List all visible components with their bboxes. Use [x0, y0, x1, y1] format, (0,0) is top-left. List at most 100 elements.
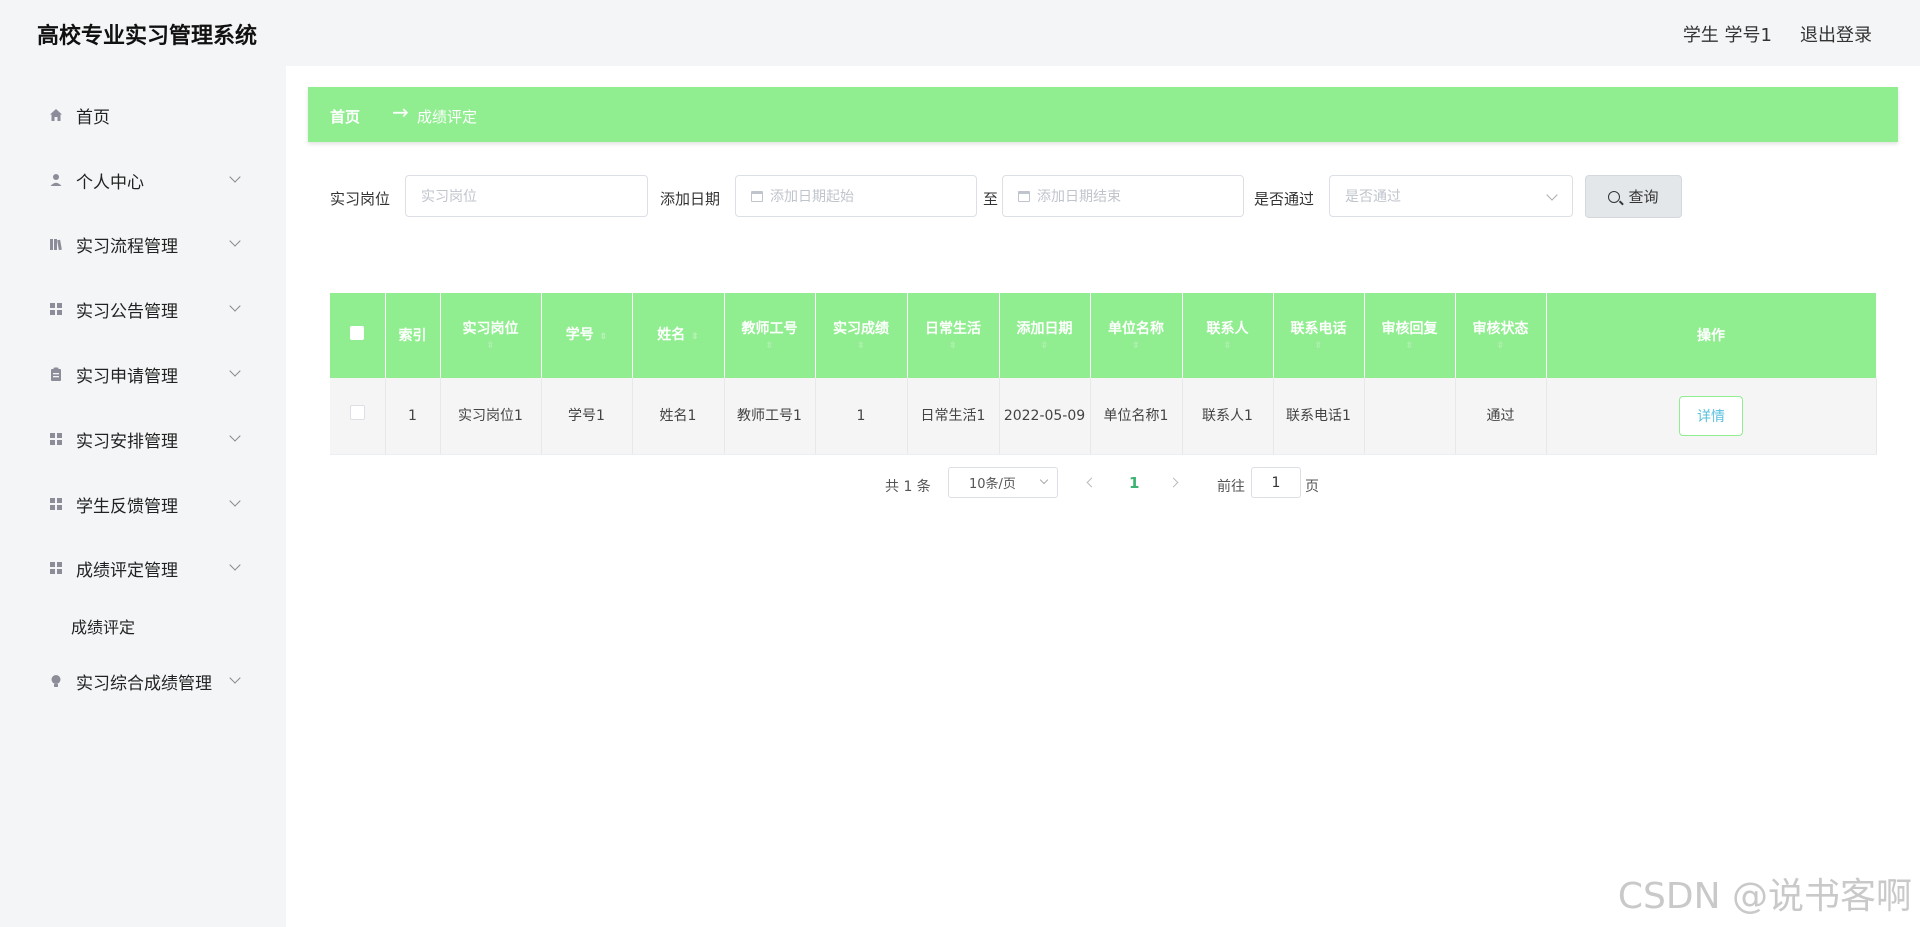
sort-icon[interactable]: ⇳ — [691, 332, 699, 342]
grid-icon — [49, 302, 63, 316]
column-header[interactable]: 单位名称 ⇳ — [1090, 293, 1183, 378]
select-all-checkbox[interactable] — [350, 325, 365, 340]
column-header: 操作 — [1546, 293, 1877, 378]
cell-post: 实习岗位1 — [440, 378, 542, 455]
sort-icon[interactable]: ⇳ — [727, 339, 813, 353]
sort-icon[interactable]: ⇳ — [1093, 339, 1180, 353]
column-header[interactable]: 联系人 ⇳ — [1182, 293, 1274, 378]
cell-status: 通过 — [1455, 378, 1547, 455]
page-number-current[interactable]: 1 — [1129, 474, 1139, 492]
column-header[interactable]: 教师工号 ⇳ — [724, 293, 816, 378]
chevron-down-icon — [229, 171, 241, 183]
cell-contact: 联系人1 — [1182, 378, 1274, 455]
sidebar-item-label: 实习安排管理 — [76, 431, 178, 452]
cell-reply — [1364, 378, 1456, 455]
sidebar-item-label: 实习申请管理 — [76, 366, 178, 387]
bulb-icon — [49, 674, 63, 688]
sidebar-item-home[interactable]: 首页 — [19, 93, 257, 137]
row-select-cell[interactable] — [330, 378, 386, 455]
detail-button[interactable]: 详情 — [1679, 396, 1743, 436]
page-size-select[interactable]: 10条/页 — [948, 467, 1058, 498]
user-icon — [49, 173, 63, 187]
sidebar-item-label: 实习综合成绩管理 — [76, 673, 212, 694]
query-button-label: 查询 — [1628, 188, 1659, 206]
sort-icon[interactable]: ⇳ — [1367, 339, 1453, 353]
sort-icon[interactable]: ⇳ — [910, 339, 997, 353]
sidebar-item-label: 成绩评定管理 — [76, 560, 178, 581]
breadcrumb-arrow: → — [392, 100, 409, 124]
calendar-icon — [1018, 190, 1030, 202]
row-checkbox[interactable] — [349, 405, 365, 420]
grid-icon — [49, 561, 63, 575]
date-label: 添加日期 — [660, 190, 721, 208]
select-all-header[interactable] — [330, 293, 386, 378]
sidebar: 首页 个人中心 实习流程管理 实习公告管理 实习申请管理 实习安排管理 学生反馈… — [19, 85, 257, 715]
sort-icon[interactable]: ⇳ — [600, 332, 608, 342]
prev-page-icon[interactable] — [1086, 477, 1097, 488]
column-header[interactable]: 实习成绩 ⇳ — [815, 293, 908, 378]
cell-student-id: 学号1 — [541, 378, 633, 455]
breadcrumb-home[interactable]: 首页 — [330, 106, 360, 127]
next-page-icon[interactable] — [1168, 477, 1179, 488]
sidebar-item-process-management[interactable]: 实习流程管理 — [19, 222, 257, 266]
post-label: 实习岗位 — [330, 190, 391, 208]
sort-icon[interactable]: ⇳ — [443, 339, 539, 353]
sort-icon[interactable]: ⇳ — [1002, 339, 1088, 353]
column-header[interactable]: 审核回复 ⇳ — [1364, 293, 1456, 378]
sidebar-item-personal-center[interactable]: 个人中心 — [19, 158, 257, 202]
breadcrumb-current: 成绩评定 — [417, 108, 478, 126]
pass-label: 是否通过 — [1254, 190, 1315, 208]
goto-page-input[interactable]: 1 — [1251, 467, 1301, 498]
logout-link[interactable]: 退出登录 — [1800, 21, 1872, 47]
sidebar-item-application-management[interactable]: 实习申请管理 — [19, 352, 257, 396]
cell-score: 1 — [815, 378, 908, 455]
goto-label: 前往 — [1217, 479, 1245, 495]
post-search-input[interactable]: 实习岗位 — [405, 175, 648, 217]
sidebar-item-label: 学生反馈管理 — [76, 496, 178, 517]
calendar-icon — [751, 190, 763, 202]
date-start-input[interactable]: 添加日期起始 — [735, 175, 977, 217]
page-size-value: 10条/页 — [969, 477, 1016, 492]
current-user: 学生 学号1 — [1682, 25, 1772, 46]
chevron-down-icon — [229, 495, 241, 507]
column-header[interactable]: 联系电话 ⇳ — [1273, 293, 1365, 378]
sidebar-item-label: 实习公告管理 — [76, 301, 178, 322]
chevron-down-icon — [229, 365, 241, 377]
pass-select[interactable]: 是否通过 — [1329, 175, 1573, 217]
app-title: 高校专业实习管理系统 — [37, 24, 258, 49]
column-header: 索引 — [385, 293, 441, 378]
table-header-row: 索引 实习岗位 ⇳ 学号 ⇳ 姓名 ⇳ 教师工号 ⇳ 实习成绩 ⇳ 日常生活 ⇳ 添加日期 ⇳… — [330, 293, 1877, 378]
search-icon — [1608, 190, 1621, 203]
breadcrumb: 首页 → 成绩评定 — [308, 87, 1898, 142]
sort-icon[interactable]: ⇳ — [1458, 339, 1544, 353]
sidebar-item-overall-score-management[interactable]: 实习综合成绩管理 — [19, 659, 257, 703]
date-range-separator: 至 — [983, 190, 999, 208]
column-header[interactable]: 学号 ⇳ — [541, 293, 633, 378]
sidebar-item-grading-management[interactable]: 成绩评定管理 — [19, 546, 257, 590]
column-header[interactable]: 添加日期 ⇳ — [999, 293, 1091, 378]
column-header[interactable]: 审核状态 ⇳ — [1455, 293, 1547, 378]
column-header[interactable]: 日常生活 ⇳ — [907, 293, 1000, 378]
date-end-input[interactable]: 添加日期结束 — [1002, 175, 1244, 217]
chevron-down-icon — [1546, 189, 1558, 201]
column-header[interactable]: 实习岗位 ⇳ — [440, 293, 542, 378]
sort-icon[interactable]: ⇳ — [818, 339, 905, 353]
cell-daily: 日常生活1 — [907, 378, 1000, 455]
cell-index: 1 — [385, 378, 441, 455]
home-icon — [49, 108, 63, 122]
chevron-down-icon — [229, 300, 241, 312]
sort-icon[interactable]: ⇳ — [1276, 339, 1362, 353]
chevron-down-icon — [229, 235, 241, 247]
sidebar-subitem-grading[interactable]: 成绩评定 — [71, 614, 135, 638]
sidebar-item-label: 个人中心 — [76, 172, 144, 193]
sort-icon[interactable]: ⇳ — [1185, 339, 1271, 353]
sidebar-item-arrangement-management[interactable]: 实习安排管理 — [19, 417, 257, 461]
query-button[interactable]: 查询 — [1585, 175, 1682, 218]
column-header[interactable]: 姓名 ⇳ — [632, 293, 725, 378]
sidebar-item-feedback-management[interactable]: 学生反馈管理 — [19, 482, 257, 526]
chevron-down-icon — [229, 672, 241, 684]
watermark: CSDN @说书客啊 — [1617, 876, 1912, 917]
sidebar-item-announcement-management[interactable]: 实习公告管理 — [19, 287, 257, 331]
page-suffix: 页 — [1305, 479, 1319, 495]
book-icon — [49, 237, 63, 251]
